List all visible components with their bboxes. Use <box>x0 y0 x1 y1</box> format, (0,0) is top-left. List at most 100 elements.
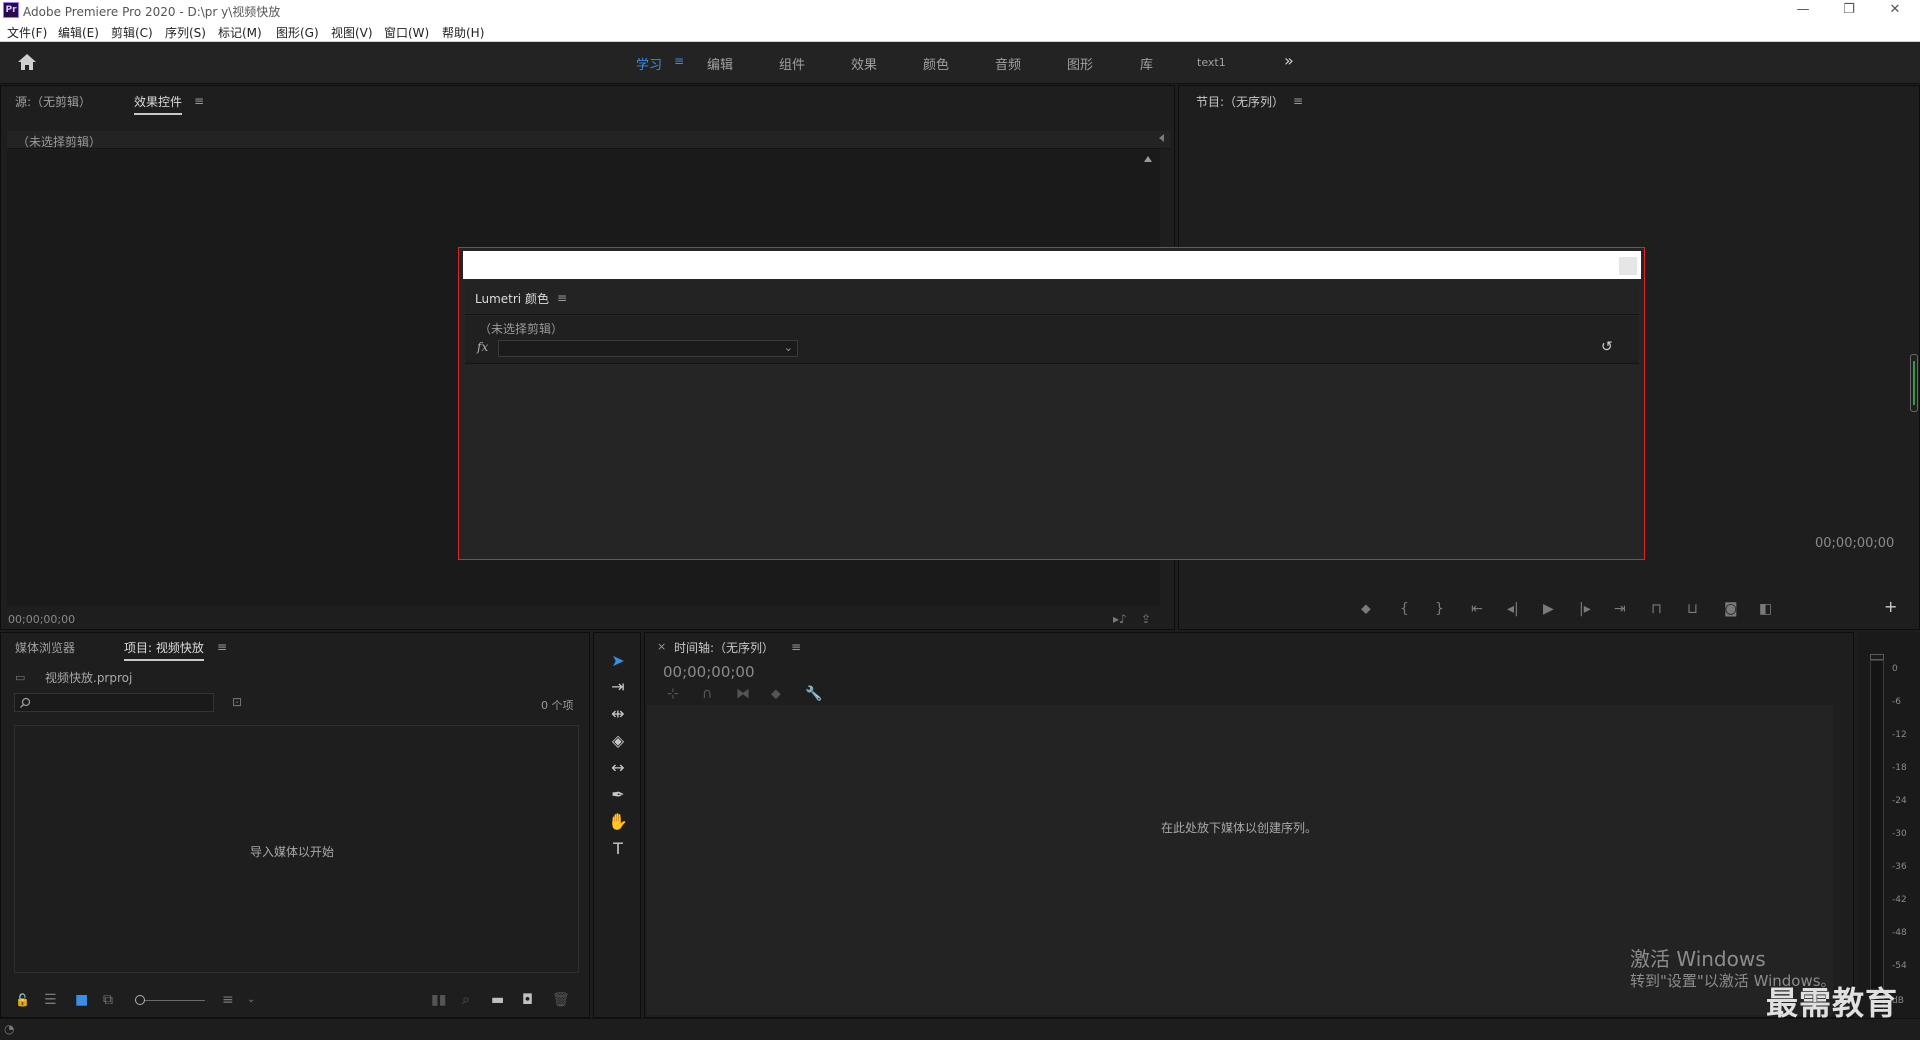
menu-clip[interactable]: 剪辑(C) <box>111 24 153 41</box>
filter-icon[interactable]: ▸♪ <box>1113 612 1127 626</box>
menu-window[interactable]: 窗口(W) <box>384 24 429 41</box>
tab-source[interactable]: 源:（无剪辑） <box>15 93 91 110</box>
project-folder-icon: ▭ <box>15 671 26 684</box>
lumetri-controls-header: （未选择剪辑） fx ⌄ ↺ <box>465 316 1639 364</box>
mark-out-icon[interactable]: } <box>1435 602 1444 616</box>
workspace-tab-learn[interactable]: 学习 <box>636 54 662 73</box>
step-forward-icon[interactable]: |▸ <box>1579 602 1591 616</box>
type-tool-icon[interactable]: T <box>607 838 629 860</box>
menu-markers[interactable]: 标记(M) <box>218 24 262 41</box>
volume-scroll[interactable] <box>1910 354 1918 412</box>
sort-icon[interactable]: ≡ <box>222 993 234 1007</box>
hand-tool-icon[interactable]: ✋ <box>607 811 629 833</box>
db-label: 0 <box>1892 664 1898 674</box>
title-bar: Pr Adobe Premiere Pro 2020 - D:\pr y\视频快… <box>0 0 1920 20</box>
scroll-up-icon[interactable] <box>1144 156 1152 162</box>
menu-file[interactable]: 文件(F) <box>7 24 47 41</box>
status-bar: ◔ <box>0 1018 1920 1040</box>
db-label: -36 <box>1892 862 1907 872</box>
play-icon[interactable]: ▶ <box>1543 602 1554 616</box>
collapse-icon[interactable] <box>1159 134 1164 142</box>
lock-icon[interactable]: 🔓 <box>15 993 30 1007</box>
project-search-input[interactable] <box>14 693 214 712</box>
workspace-overflow-icon[interactable]: » <box>1284 51 1294 70</box>
new-item-icon[interactable]: ◘ <box>522 993 533 1007</box>
menu-edit[interactable]: 编辑(E) <box>58 24 99 41</box>
chevron-down-icon: ⌄ <box>783 341 793 354</box>
automate-sequence-icon: ▮▮ <box>431 992 447 1008</box>
razor-tool-icon[interactable]: ◈ <box>607 730 629 752</box>
workspace-tab-assembly[interactable]: 组件 <box>779 54 805 73</box>
workspace-menu-icon[interactable]: ≡ <box>674 54 684 68</box>
pen-tool-icon[interactable]: ✒ <box>607 784 629 806</box>
go-to-out-icon[interactable]: ⇥ <box>1614 602 1626 616</box>
nest-icon: ⊹ <box>667 686 679 702</box>
no-clip-label: （未选择剪辑） <box>17 135 102 149</box>
comparison-view-icon[interactable]: ◧ <box>1759 602 1772 616</box>
minimize-button[interactable]: — <box>1780 0 1826 20</box>
menu-help[interactable]: 帮助(H) <box>442 24 484 41</box>
new-bin-search-icon[interactable]: ⊡ <box>232 695 242 709</box>
tab-program[interactable]: 节目:（无序列） <box>1196 93 1284 113</box>
home-icon[interactable] <box>16 52 38 72</box>
effect-select-dropdown[interactable]: ⌄ <box>498 340 798 357</box>
floating-close-button[interactable] <box>1619 257 1637 275</box>
activate-windows-title: 激活 Windows <box>1630 947 1766 971</box>
tab-timeline[interactable]: 时间轴:（无序列） <box>674 639 774 656</box>
project-menu-icon[interactable]: ≡ <box>217 640 227 654</box>
ripple-edit-tool-icon[interactable]: ⇹ <box>607 703 629 725</box>
add-marker-icon[interactable]: ⬥ <box>1361 602 1371 616</box>
track-select-tool-icon[interactable]: ⇥ <box>607 676 629 698</box>
icon-view-icon[interactable]: ■ <box>75 993 88 1007</box>
zoom-slider-handle[interactable] <box>135 995 145 1005</box>
export-icon[interactable]: ⇪ <box>1141 612 1151 626</box>
timeline-menu-icon[interactable]: ≡ <box>791 640 801 654</box>
workspace-tab-libraries[interactable]: 库 <box>1140 54 1153 73</box>
trash-icon: 🗑 <box>552 992 570 1008</box>
extract-icon[interactable]: ⊔ <box>1687 602 1698 616</box>
tab-effect-controls[interactable]: 效果控件 <box>134 93 183 115</box>
workspace-tab-audio[interactable]: 音频 <box>995 54 1021 73</box>
close-timeline-icon[interactable]: × <box>657 640 666 653</box>
step-back-icon[interactable]: ◂| <box>1507 602 1519 616</box>
menu-sequence[interactable]: 序列(S) <box>165 24 206 41</box>
clip-indicator <box>1870 654 1884 660</box>
db-label: -24 <box>1892 796 1907 806</box>
workspace-tab-edit[interactable]: 编辑 <box>707 54 733 73</box>
add-button-icon[interactable]: + <box>1884 599 1897 615</box>
mark-in-icon[interactable]: { <box>1400 602 1409 616</box>
db-label: -12 <box>1892 730 1907 740</box>
tab-project[interactable]: 项目: 视频快放 <box>124 639 204 661</box>
close-window-button[interactable]: ✕ <box>1872 0 1918 20</box>
workspace-tab-color[interactable]: 颜色 <box>923 54 949 73</box>
zoom-slider[interactable] <box>135 1000 205 1001</box>
sort-chevron-down-icon[interactable]: ⌄ <box>247 993 255 1007</box>
lumetri-menu-icon[interactable]: ≡ <box>557 291 567 305</box>
project-file-name: 视频快放.prproj <box>45 671 133 685</box>
workspace-tab-effects[interactable]: 效果 <box>851 54 877 73</box>
restore-button[interactable]: ❐ <box>1826 0 1872 20</box>
slip-tool-icon[interactable]: ↔ <box>607 757 629 779</box>
lift-icon[interactable]: ⊓ <box>1651 602 1662 616</box>
freeform-view-icon[interactable]: ⧉ <box>103 993 113 1007</box>
reset-icon[interactable]: ↺ <box>1601 339 1613 355</box>
tab-media-browser[interactable]: 媒体浏览器 <box>15 639 75 656</box>
wrench-icon[interactable]: 🔧 <box>805 687 822 701</box>
new-bin-icon[interactable]: ▬ <box>491 993 504 1007</box>
timeline-timecode[interactable]: 00;00;00;00 <box>663 663 755 681</box>
tab-lumetri-color[interactable]: Lumetri 颜色 <box>475 290 549 307</box>
export-frame-icon[interactable]: ◙ <box>1724 602 1738 616</box>
workspace-tab-text1[interactable]: text1 <box>1197 56 1226 69</box>
project-content-area[interactable]: 导入媒体以开始 <box>14 725 579 973</box>
premiere-logo-icon: Pr <box>3 2 19 18</box>
program-menu-icon[interactable]: ≡ <box>1293 94 1303 108</box>
selection-tool-icon[interactable]: ➤ <box>607 650 629 672</box>
list-view-icon[interactable]: ☰ <box>44 993 57 1007</box>
find-icon: ⌕ <box>462 992 470 1008</box>
workspace-tab-graphics[interactable]: 图形 <box>1067 54 1093 73</box>
go-to-in-icon[interactable]: ⇤ <box>1471 602 1483 616</box>
panel-menu-icon[interactable]: ≡ <box>194 94 204 108</box>
floating-window-titlebar[interactable] <box>463 251 1641 279</box>
menu-view[interactable]: 视图(V) <box>331 24 373 41</box>
menu-graphics[interactable]: 图形(G) <box>276 24 319 41</box>
